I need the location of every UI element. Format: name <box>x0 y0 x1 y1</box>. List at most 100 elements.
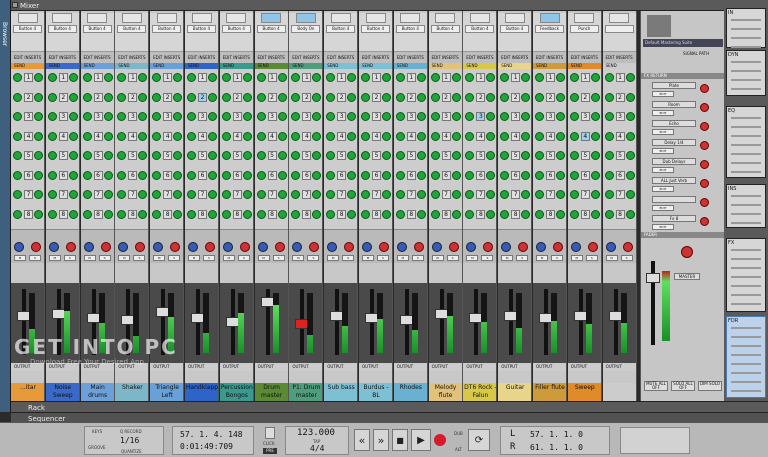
edit-inserts-button[interactable]: EDIT INSERTS <box>45 51 79 63</box>
edit-inserts-button[interactable]: EDIT INSERTS <box>359 51 392 63</box>
send-number[interactable]: 1 <box>580 73 590 82</box>
strip-button[interactable]: Button 4 <box>395 25 425 33</box>
output-label[interactable]: OUTPUT <box>185 363 218 371</box>
send-number[interactable]: 4 <box>302 131 312 141</box>
send-level-knob[interactable] <box>82 131 92 141</box>
send-number[interactable]: 3 <box>511 112 521 121</box>
send-number[interactable]: 5 <box>93 151 103 160</box>
send-pan-knob[interactable] <box>625 131 635 141</box>
send-number[interactable]: 1 <box>546 73 555 82</box>
send-level-knob[interactable] <box>395 73 405 82</box>
send-pan-knob[interactable] <box>138 73 148 82</box>
send-pan-knob[interactable] <box>486 112 496 121</box>
send-pan-knob[interactable] <box>242 209 252 219</box>
send-level-knob[interactable] <box>256 209 266 219</box>
send-number[interactable]: 7 <box>198 190 207 199</box>
send-level-knob[interactable] <box>187 131 196 141</box>
send-pan-knob[interactable] <box>416 131 426 141</box>
fx-return-name[interactable]: Delay 1/4 <box>652 139 696 146</box>
song-position-bars[interactable]: 57. 1. 4. 148 <box>180 430 243 439</box>
width-knob[interactable] <box>501 242 512 252</box>
fx-return-name[interactable] <box>652 196 696 203</box>
send-number[interactable]: 1 <box>441 73 451 82</box>
width-knob[interactable] <box>570 242 581 252</box>
send-number[interactable]: 2 <box>546 92 555 102</box>
edit-inserts-button[interactable]: EDIT INSERTS <box>602 51 636 63</box>
pan-knob[interactable] <box>344 242 355 252</box>
send-number[interactable]: 7 <box>546 190 555 199</box>
send-number[interactable]: 5 <box>24 151 33 160</box>
send-number[interactable]: 8 <box>511 209 521 219</box>
send-number[interactable]: 5 <box>58 151 68 160</box>
send-level-knob[interactable] <box>535 112 544 121</box>
send-number[interactable]: 8 <box>580 209 590 219</box>
send-level-knob[interactable] <box>535 170 544 180</box>
send-pan-knob[interactable] <box>173 209 183 219</box>
send-number[interactable]: 1 <box>128 73 138 82</box>
send-pan-knob[interactable] <box>451 112 461 121</box>
width-knob[interactable] <box>396 242 407 252</box>
channel-name[interactable]: Triangle Left <box>150 383 184 401</box>
pan-knob[interactable] <box>100 242 111 252</box>
send-number[interactable]: 4 <box>511 131 521 141</box>
send-pan-knob[interactable] <box>590 73 600 82</box>
send-level-knob[interactable] <box>152 190 162 199</box>
send-level-knob[interactable] <box>152 170 162 180</box>
send-pan-knob[interactable] <box>68 151 78 160</box>
mute-button[interactable]: M <box>48 255 61 261</box>
fx-edit-button[interactable]: EDIT <box>652 186 674 192</box>
send-pan-knob[interactable] <box>625 190 635 199</box>
send-level-knob[interactable] <box>256 151 266 160</box>
send-pan-knob[interactable] <box>312 209 322 219</box>
send-number[interactable]: 6 <box>302 170 312 180</box>
send-pan-knob[interactable] <box>416 112 426 121</box>
mute-button[interactable]: M <box>222 255 235 261</box>
quantize-value[interactable]: 1/16 <box>120 436 139 445</box>
send-pan-knob[interactable] <box>556 112 565 121</box>
send-number[interactable]: 5 <box>128 151 138 160</box>
send-level-knob[interactable] <box>13 190 22 199</box>
send-level-knob[interactable] <box>569 209 579 219</box>
send-pan-knob[interactable] <box>382 190 391 199</box>
send-pan-knob[interactable] <box>486 170 496 180</box>
strip-button[interactable]: Button 4 <box>221 25 251 33</box>
solo-button[interactable]: S <box>29 255 41 261</box>
send-level-knob[interactable] <box>47 112 57 121</box>
output-label[interactable]: OUTPUT <box>150 363 184 371</box>
send-pan-knob[interactable] <box>103 131 113 141</box>
send-pan-knob[interactable] <box>277 170 287 180</box>
fx-return-name[interactable]: Echo <box>652 120 696 127</box>
pan-knob[interactable] <box>413 242 424 252</box>
send-number[interactable]: 3 <box>615 112 625 121</box>
send-pan-knob[interactable] <box>312 151 322 160</box>
left-locator-value[interactable]: 57. 1. 1. 0 <box>530 430 583 439</box>
strip-button[interactable]: Button 4 <box>187 25 216 33</box>
strip-switch[interactable] <box>400 13 421 23</box>
send-number[interactable]: 6 <box>406 170 416 180</box>
send-pan-knob[interactable] <box>556 151 565 160</box>
strip-button[interactable] <box>604 25 634 33</box>
fx-return-level-knob[interactable] <box>700 84 709 93</box>
mute-button[interactable]: M <box>292 255 305 261</box>
solo-button[interactable]: S <box>63 255 76 261</box>
fader-track[interactable] <box>613 289 618 355</box>
send-pan-knob[interactable] <box>556 73 565 82</box>
send-level-knob[interactable] <box>604 209 614 219</box>
strip-button[interactable]: Button 4 <box>152 25 182 33</box>
strip-switch[interactable] <box>261 13 282 23</box>
send-level-knob[interactable] <box>152 151 162 160</box>
mute-button[interactable]: M <box>83 255 96 261</box>
strip-switch[interactable] <box>365 13 386 23</box>
output-label[interactable]: OUTPUT <box>254 363 288 371</box>
send-pan-knob[interactable] <box>242 131 252 141</box>
send-pan-knob[interactable] <box>68 73 78 82</box>
fx-return-name[interactable]: Plate <box>652 82 696 89</box>
send-level-knob[interactable] <box>13 73 22 82</box>
send-pan-knob[interactable] <box>312 73 322 82</box>
send-level-knob[interactable] <box>465 73 475 82</box>
output-label[interactable]: OUTPUT <box>219 363 253 371</box>
channel-name[interactable]: Guitar <box>498 383 532 401</box>
strip-button[interactable]: Punch <box>569 25 599 33</box>
send-number[interactable]: 5 <box>511 151 521 160</box>
send-level-knob[interactable] <box>82 112 92 121</box>
